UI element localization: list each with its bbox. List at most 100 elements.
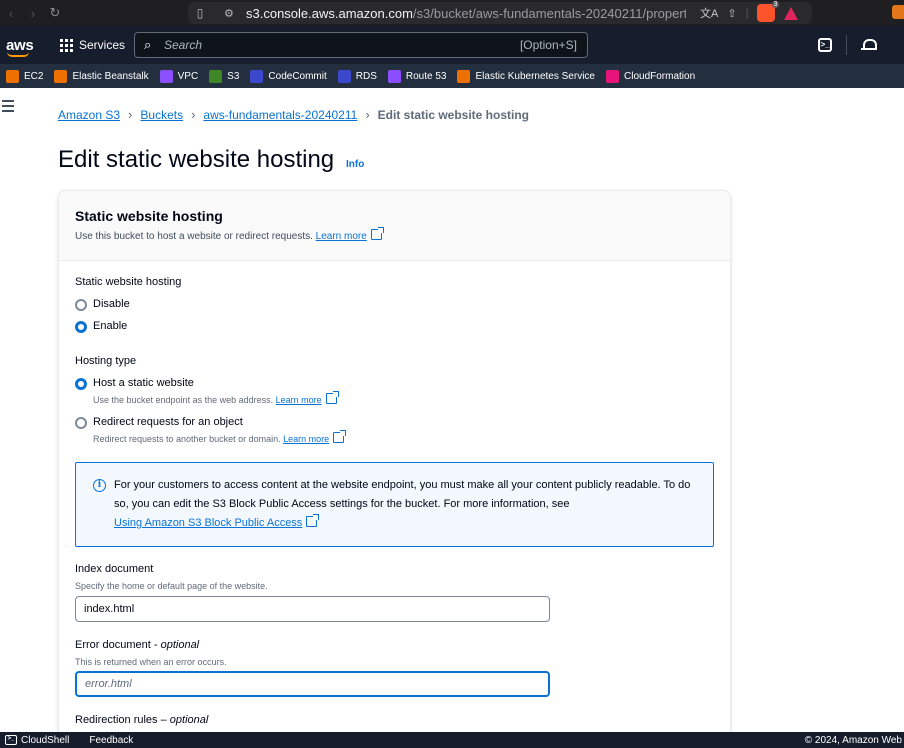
favorite-route53[interactable]: Route 53: [387, 69, 446, 83]
services-grid-icon: [60, 38, 73, 52]
panel-description: Use this bucket to host a website or red…: [75, 227, 714, 242]
radio-host-static-website[interactable]: Host a static website Use the bucket end…: [75, 377, 339, 405]
radio-description: Use the bucket endpoint as the web addre…: [93, 391, 339, 405]
radio-button[interactable]: [75, 378, 87, 390]
services-label: Services: [79, 38, 126, 52]
chevron-right-icon: ›: [191, 107, 196, 122]
favorite-vpc[interactable]: VPC: [159, 69, 198, 83]
aws-top-nav: aws Services ⌕ [Option+S] >_: [0, 26, 904, 64]
favorite-s3[interactable]: S3: [209, 69, 240, 83]
redirection-rules-label-text: Redirection rules: [75, 714, 158, 726]
favorite-cloudformation[interactable]: CloudFormation: [606, 69, 696, 83]
static-website-hosting-panel: Static website hosting Use this bucket t…: [58, 190, 731, 748]
radio-description: Redirect requests to another bucket or d…: [93, 430, 347, 444]
error-document-label: Error document - optional: [75, 639, 200, 651]
index-document-input[interactable]: [75, 596, 550, 622]
favorite-label: CloudFormation: [624, 70, 696, 82]
redirection-rules-label: Redirection rules – optional: [75, 714, 209, 726]
chevron-right-icon: ›: [128, 107, 133, 122]
route53-icon: [387, 69, 401, 83]
favorite-eks[interactable]: Elastic Kubernetes Service: [457, 69, 595, 83]
rds-icon: [337, 69, 351, 83]
favorite-label: S3: [227, 70, 240, 82]
menu-icon[interactable]: [2, 100, 14, 115]
copyright: © 2024, Amazon Web: [804, 734, 902, 746]
cloudshell-link[interactable]: CloudShell: [21, 735, 69, 746]
browser-toolbar: ‹ › ↻ ▯ ⚙ s3.console.aws.amazon.com/s3/b…: [0, 0, 904, 26]
brave-badge: 3: [771, 1, 780, 8]
favorite-elastic-beanstalk[interactable]: Elastic Beanstalk: [54, 69, 149, 83]
console-footer: >_ CloudShell Feedback © 2024, Amazon We…: [0, 732, 904, 748]
info-link[interactable]: Info: [346, 159, 364, 170]
favorite-label: Elastic Beanstalk: [72, 70, 149, 82]
ec2-icon: [6, 69, 19, 83]
radio-description-text: Use the bucket endpoint as the web addre…: [93, 395, 274, 405]
cloudshell-icon[interactable]: >_: [5, 735, 17, 745]
notifications-bell-icon[interactable]: [861, 38, 877, 52]
favorite-codecommit[interactable]: CodeCommit: [250, 69, 327, 83]
hosting-label: Static website hosting: [75, 276, 182, 288]
error-document-input[interactable]: [75, 671, 550, 697]
nav-divider: [846, 35, 847, 55]
learn-more-link[interactable]: Learn more: [316, 231, 367, 242]
breadcrumb-bucket[interactable]: aws-fundamentals-20240211: [203, 108, 357, 122]
services-button[interactable]: Services: [60, 38, 125, 52]
external-link-icon: [306, 514, 320, 527]
cloudformation-icon: [606, 69, 619, 83]
learn-more-link[interactable]: Learn more: [283, 434, 329, 444]
search-icon: ⌕: [144, 37, 152, 52]
panel-header: Static website hosting Use this bucket t…: [59, 191, 730, 261]
codecommit-icon: [250, 69, 264, 83]
brave-shields-icon[interactable]: 3: [757, 1, 780, 22]
external-link-icon: [325, 391, 339, 404]
radio-label: Host a static website: [93, 377, 194, 389]
vpc-icon: [159, 69, 173, 83]
info-alert: i For your customers to access content a…: [75, 462, 714, 547]
forward-icon[interactable]: ›: [22, 6, 44, 21]
back-icon[interactable]: ‹: [0, 6, 22, 21]
radio-redirect-requests[interactable]: Redirect requests for an object Redirect…: [75, 416, 347, 444]
favorite-rds[interactable]: RDS: [337, 69, 377, 83]
url-text[interactable]: s3.console.aws.amazon.com/s3/bucket/aws-…: [246, 6, 686, 21]
optional-label: optional: [169, 714, 209, 726]
radio-button[interactable]: [75, 321, 87, 333]
share-icon[interactable]: ⇧: [727, 7, 736, 20]
feedback-link[interactable]: Feedback: [89, 735, 133, 746]
translate-icon[interactable]: 文A: [700, 5, 718, 21]
block-public-access-link[interactable]: Using Amazon S3 Block Public Access: [114, 517, 302, 529]
search-shortcut: [Option+S]: [519, 38, 577, 52]
page-title: Edit static website hosting: [58, 146, 335, 173]
favorite-ec2[interactable]: EC2: [6, 69, 44, 83]
brave-rewards-icon[interactable]: [784, 6, 799, 20]
radio-button[interactable]: [75, 417, 87, 429]
panel-description-text: Use this bucket to host a website or red…: [75, 231, 313, 242]
bookmark-icon[interactable]: ▯: [188, 6, 212, 20]
info-icon: i: [93, 479, 106, 492]
breadcrumb-current: Edit static website hosting: [377, 107, 530, 122]
favorite-label: EC2: [24, 70, 44, 82]
radio-disable[interactable]: Disable: [75, 298, 130, 311]
metamask-icon[interactable]: [892, 5, 904, 19]
index-document-label: Index document: [75, 563, 154, 575]
breadcrumb-buckets[interactable]: Buckets: [140, 108, 183, 122]
search-box[interactable]: ⌕ [Option+S]: [134, 32, 588, 58]
error-document-description: This is returned when an error occurs.: [75, 657, 227, 667]
radio-button[interactable]: [75, 299, 87, 311]
favorite-label: Elastic Kubernetes Service: [475, 70, 595, 82]
url-path: /s3/bucket/aws-fundamentals-20240211/pro…: [412, 5, 686, 21]
aws-logo[interactable]: aws: [6, 36, 46, 57]
reload-icon[interactable]: ↻: [44, 5, 66, 21]
chevron-right-icon: ›: [365, 107, 370, 122]
radio-label: Disable: [93, 298, 130, 310]
index-document-description: Specify the home or default page of the …: [75, 581, 268, 591]
search-input[interactable]: [164, 38, 494, 52]
cloudshell-icon[interactable]: >_: [818, 38, 832, 52]
favorites-bar: EC2 Elastic Beanstalk VPC S3 CodeCommit …: [0, 64, 904, 88]
aws-logo-text: aws: [6, 36, 34, 54]
radio-label: Redirect requests for an object: [93, 416, 243, 428]
breadcrumb-amazon-s3[interactable]: Amazon S3: [58, 108, 120, 122]
site-settings-icon[interactable]: ⚙: [224, 7, 240, 20]
radio-enable[interactable]: Enable: [75, 320, 127, 333]
error-document-label-text: Error document: [75, 639, 151, 651]
learn-more-link[interactable]: Learn more: [276, 395, 322, 405]
